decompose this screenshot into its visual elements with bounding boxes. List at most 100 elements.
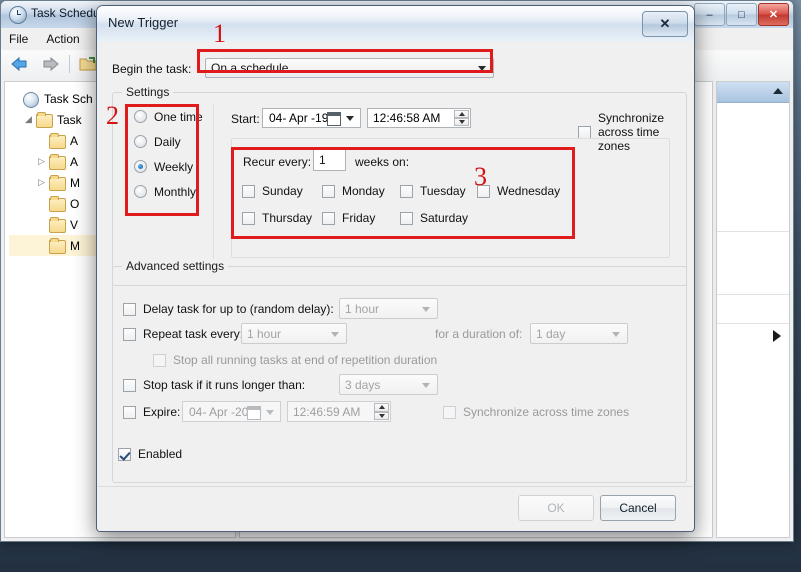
- delay-task-checkbox-row[interactable]: Delay task for up to (random delay):: [123, 302, 334, 316]
- stop-task-label: Stop task if it runs longer than:: [143, 378, 306, 392]
- expire-sync-checkbox-row[interactable]: Synchronize across time zones: [443, 405, 629, 419]
- back-arrow-icon[interactable]: [9, 55, 31, 73]
- window-controls: – □ ✕: [694, 3, 789, 26]
- chevron-right-icon[interactable]: [773, 330, 781, 342]
- expire-sync-label: Synchronize across time zones: [463, 405, 630, 419]
- checkbox-icon[interactable]: [242, 184, 255, 198]
- checkbox-icon[interactable]: [118, 447, 131, 461]
- tree-twisty[interactable]: ◢: [22, 114, 35, 125]
- checkbox-icon[interactable]: [123, 405, 136, 419]
- spinner-down-icon[interactable]: [454, 118, 469, 126]
- ok-button[interactable]: OK: [518, 495, 594, 521]
- radio-weekly[interactable]: Weekly: [134, 154, 203, 179]
- spinner-down-icon[interactable]: [374, 411, 389, 420]
- day-checkbox-thursday[interactable]: Thursday: [242, 211, 312, 225]
- begin-task-dropdown[interactable]: On a schedule: [205, 58, 494, 78]
- menu-item-action[interactable]: Action: [46, 32, 79, 46]
- day-checkbox-sunday[interactable]: Sunday: [242, 184, 303, 198]
- checkbox-icon[interactable]: [123, 302, 136, 316]
- dialog-close-button[interactable]: ✕: [642, 11, 688, 37]
- folder-icon: [48, 195, 66, 212]
- chevron-down-icon[interactable]: [422, 382, 430, 388]
- chevron-down-icon[interactable]: [478, 66, 486, 71]
- radio-daily[interactable]: Daily: [134, 129, 203, 154]
- spinner-up-icon[interactable]: [454, 110, 469, 118]
- enabled-checkbox-row[interactable]: Enabled: [118, 447, 182, 461]
- new-trigger-dialog[interactable]: New Trigger ✕ Begin the task: On a sched…: [96, 5, 695, 532]
- stop-repetition-checkbox-row[interactable]: Stop all running tasks at end of repetit…: [153, 353, 437, 367]
- close-button[interactable]: ✕: [758, 3, 789, 26]
- titlebar-glare: [97, 6, 694, 24]
- expire-checkbox-row[interactable]: Expire:: [123, 405, 180, 419]
- start-time-field[interactable]: 12:46:58 AM: [367, 108, 471, 128]
- day-checkbox-tuesday[interactable]: Tuesday: [400, 184, 466, 198]
- maximize-button[interactable]: □: [726, 3, 757, 26]
- checkbox-icon[interactable]: [153, 353, 166, 367]
- spinner-up-icon[interactable]: [374, 403, 389, 412]
- radio-monthly[interactable]: Monthly: [134, 179, 203, 204]
- stop-task-checkbox-row[interactable]: Stop task if it runs longer than:: [123, 378, 305, 392]
- radio-one-time[interactable]: One time: [134, 104, 203, 129]
- checkbox-icon[interactable]: [123, 378, 136, 392]
- schedule-radio-group[interactable]: One time Daily Weekly Monthly: [134, 104, 203, 204]
- tree-node-label: M: [70, 238, 80, 253]
- time-spinner[interactable]: [374, 403, 389, 420]
- delay-duration-dropdown[interactable]: 1 hour: [339, 298, 438, 319]
- cancel-button[interactable]: Cancel: [600, 495, 676, 521]
- radio-label: Daily: [154, 134, 181, 149]
- begin-task-label: Begin the task:: [112, 62, 192, 76]
- repeat-interval-dropdown[interactable]: 1 hour: [241, 323, 347, 344]
- duration-label: for a duration of:: [435, 327, 523, 341]
- radio-button-icon[interactable]: [134, 110, 147, 123]
- stop-task-duration-dropdown[interactable]: 3 days: [339, 374, 438, 395]
- checkbox-icon[interactable]: [322, 184, 335, 198]
- chevron-up-icon[interactable]: [773, 88, 783, 94]
- recur-every-label: Recur every:: [243, 155, 312, 169]
- radio-label: One time: [154, 109, 203, 124]
- checkbox-icon[interactable]: [400, 211, 413, 225]
- tree-node-label: M: [70, 175, 80, 190]
- day-checkbox-monday[interactable]: Monday: [322, 184, 385, 198]
- day-checkbox-friday[interactable]: Friday: [322, 211, 375, 225]
- repeat-task-checkbox-row[interactable]: Repeat task every:: [123, 327, 243, 341]
- recur-every-input[interactable]: 1: [313, 148, 346, 171]
- day-label: Wednesday: [497, 184, 561, 198]
- tree-twisty[interactable]: ▷: [35, 156, 48, 167]
- chevron-down-icon[interactable]: [331, 331, 339, 337]
- radio-button-icon[interactable]: [134, 135, 147, 148]
- menu-item-file[interactable]: File: [9, 32, 28, 46]
- start-date-picker[interactable]: 04- Apr -19: [262, 108, 361, 128]
- weeks-on-label: weeks on:: [355, 155, 410, 169]
- tree-twisty[interactable]: ▷: [35, 177, 48, 188]
- actions-pane-header[interactable]: [717, 82, 789, 103]
- chevron-down-icon[interactable]: [266, 409, 274, 415]
- checkbox-icon[interactable]: [443, 405, 456, 419]
- delay-task-label: Delay task for up to (random delay):: [143, 302, 334, 316]
- radio-button-icon[interactable]: [134, 185, 147, 198]
- checkbox-icon[interactable]: [242, 211, 255, 225]
- time-spinner[interactable]: [454, 110, 469, 126]
- day-checkbox-saturday[interactable]: Saturday: [400, 211, 468, 225]
- minimize-button[interactable]: –: [694, 3, 725, 26]
- duration-dropdown[interactable]: 1 day: [530, 323, 628, 344]
- actions-pane[interactable]: [716, 81, 790, 538]
- calendar-icon[interactable]: [247, 405, 261, 420]
- expire-date-picker[interactable]: 04- Apr -20: [182, 401, 281, 422]
- radio-button-icon[interactable]: [134, 160, 147, 173]
- day-checkbox-wednesday[interactable]: Wednesday: [477, 184, 560, 198]
- chevron-down-icon[interactable]: [346, 116, 354, 121]
- expire-time-field[interactable]: 12:46:59 AM: [287, 401, 391, 422]
- tree-node-label: O: [70, 196, 80, 211]
- task-folder-icon: [35, 111, 53, 128]
- checkbox-icon[interactable]: [400, 184, 413, 198]
- forward-arrow-icon[interactable]: [39, 55, 61, 73]
- day-label: Monday: [342, 184, 385, 198]
- clock-icon: [9, 6, 27, 24]
- sync-timezones-checkbox[interactable]: [578, 125, 591, 139]
- calendar-icon[interactable]: [327, 112, 341, 126]
- checkbox-icon[interactable]: [123, 327, 136, 341]
- new-folder-icon[interactable]: [78, 55, 98, 73]
- checkbox-icon[interactable]: [322, 211, 335, 225]
- chevron-down-icon[interactable]: [422, 306, 430, 312]
- chevron-down-icon[interactable]: [612, 331, 620, 337]
